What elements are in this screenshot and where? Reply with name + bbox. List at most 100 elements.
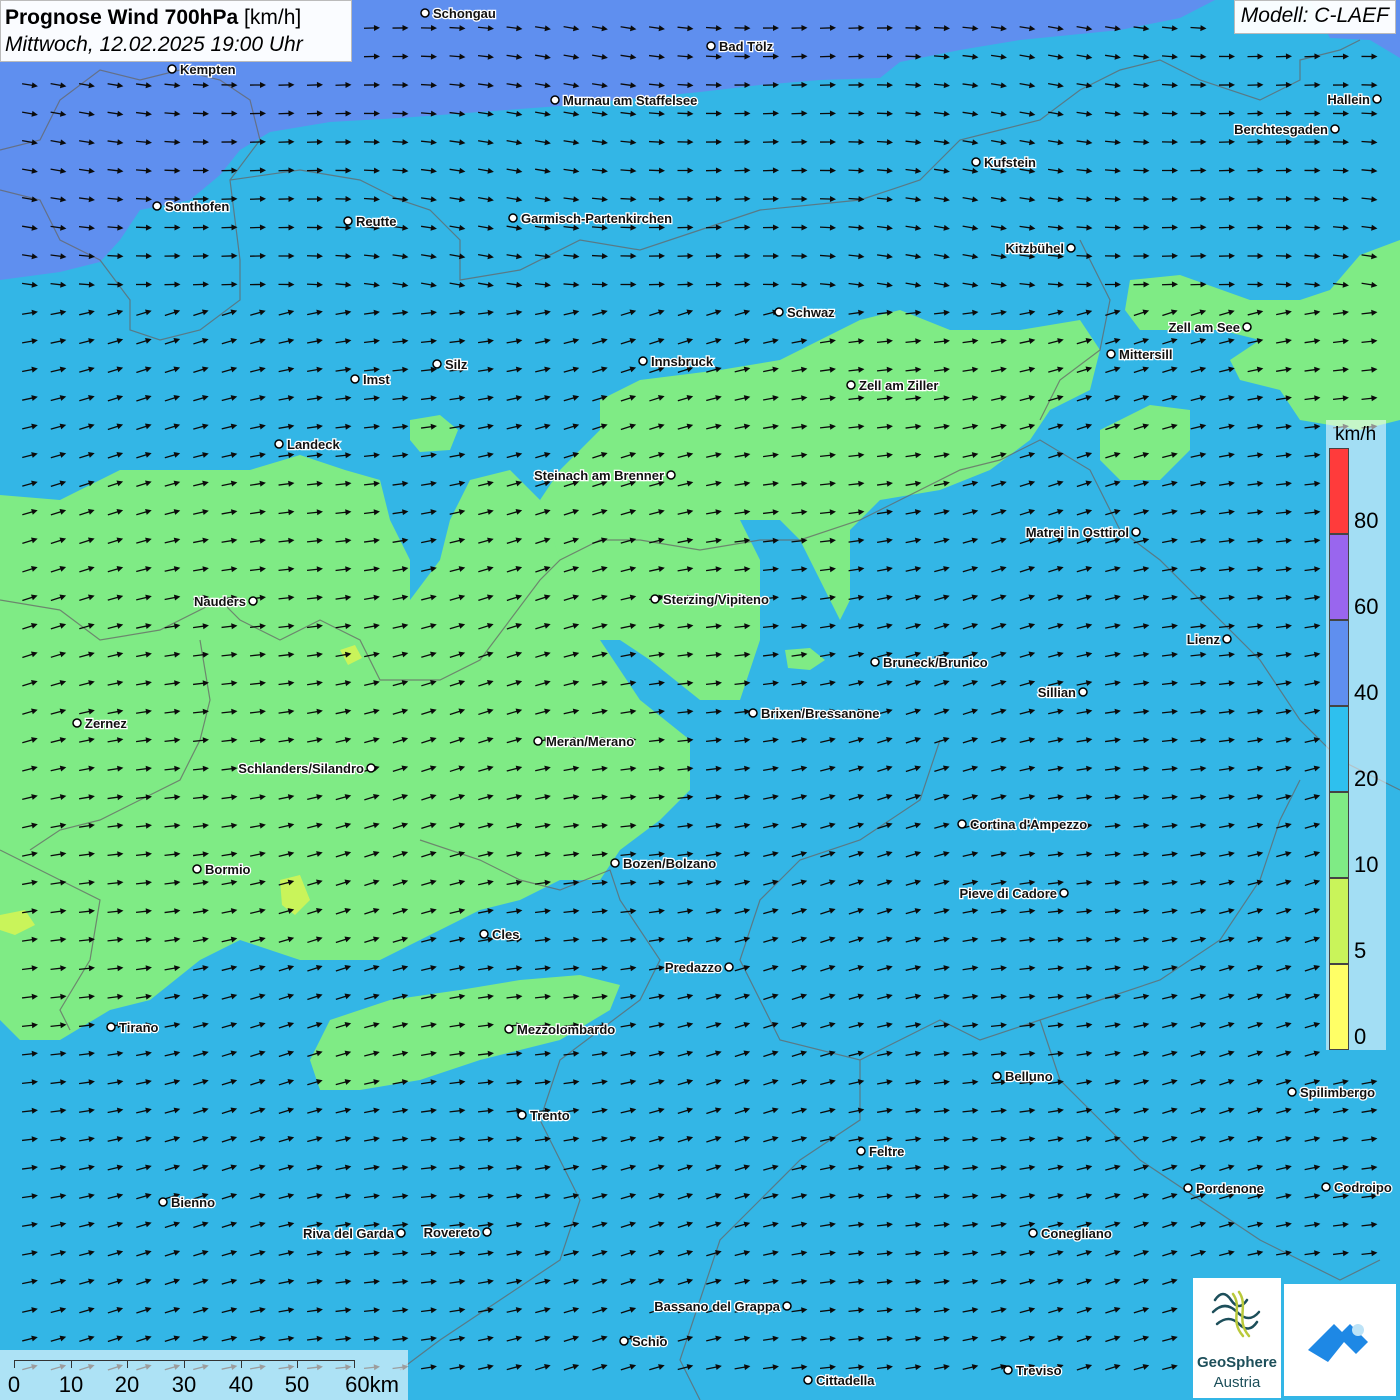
city-dot <box>482 1227 492 1237</box>
city-label: Matrei in Osttirol <box>1026 525 1129 540</box>
city-dot <box>533 736 543 746</box>
scale-tick <box>14 1360 15 1368</box>
city-label: Garmisch-Partenkirchen <box>521 211 672 226</box>
scale-tick <box>184 1360 185 1368</box>
scale-tick <box>241 1360 242 1368</box>
geosphere-logo-icon <box>1211 1290 1261 1338</box>
legend-label-20: 20 <box>1354 766 1379 791</box>
city-marker[interactable]: Garmisch-Partenkirchen <box>508 210 673 227</box>
scale-label: 10 <box>58 1372 84 1397</box>
scale-tick <box>354 1360 355 1368</box>
city-dot <box>508 213 518 223</box>
city-label: Mittersill <box>1119 347 1172 362</box>
weather-app-logo[interactable] <box>1284 1284 1396 1396</box>
wind-forecast-map[interactable]: Schongau Bad Tölz Kempten Murnau am Staffel… <box>0 0 1400 1400</box>
city-label: Nauders <box>194 594 246 609</box>
weather-app-logo-icon <box>1308 1324 1368 1362</box>
legend-swatch-4 <box>1329 706 1349 792</box>
city-dot <box>396 1228 406 1238</box>
city-marker[interactable]: Mezzolombardo <box>504 1021 617 1038</box>
city-label: Mezzolombardo <box>517 1022 615 1037</box>
city-label: Spilimbergo <box>1300 1085 1375 1100</box>
city-dot <box>1330 124 1340 134</box>
legend-label-60: 60 <box>1354 594 1379 619</box>
city-dot <box>72 718 82 728</box>
city-label: Sonthofen <box>165 199 229 214</box>
city-marker[interactable]: Zell am See <box>1167 319 1252 336</box>
city-dot <box>610 858 620 868</box>
legend-swatch-2 <box>1329 534 1349 620</box>
map-canvas[interactable]: Schongau Bad Tölz Kempten Murnau am Staffel… <box>0 0 1400 1400</box>
city-marker[interactable]: Schongau <box>420 5 497 22</box>
legend-label-80: 80 <box>1354 508 1379 533</box>
scale-tick <box>71 1360 72 1368</box>
city-dot <box>1066 243 1076 253</box>
city-dot <box>748 708 758 718</box>
geosphere-country: Austria <box>1213 1374 1261 1391</box>
city-marker[interactable]: Zell am Ziller <box>846 377 940 394</box>
city-dot <box>971 157 981 167</box>
legend-unit: km/h <box>1335 424 1377 445</box>
city-marker[interactable]: Sterzing/Vipiteno <box>650 591 770 608</box>
city-dot <box>432 359 442 369</box>
city-marker[interactable]: Spilimbergo <box>1287 1084 1376 1101</box>
city-label: Bozen/Bolzano <box>623 856 716 871</box>
city-marker[interactable]: Matrei in Osttirol <box>1024 524 1141 541</box>
city-label: Schlanders/Silandro <box>238 761 364 776</box>
city-marker[interactable]: Conegliano <box>1028 1225 1113 1242</box>
city-dot <box>666 470 676 480</box>
city-label: Steinach am Brenner <box>534 468 664 483</box>
city-label: Meran/Merano <box>546 734 634 749</box>
city-dot <box>870 657 880 667</box>
city-dot <box>167 64 177 74</box>
city-label: Zernez <box>85 716 127 731</box>
scale-label: 60km <box>345 1372 399 1397</box>
city-marker[interactable]: Cortina d'Ampezzo <box>957 816 1089 833</box>
city-label: Codroipo <box>1334 1180 1392 1195</box>
city-dot <box>706 41 716 51</box>
city-marker[interactable]: Pordenone <box>1183 1180 1265 1197</box>
city-marker[interactable]: Brixen/Bressanone <box>748 705 881 722</box>
city-label: Bad Tölz <box>719 39 774 54</box>
city-marker[interactable]: Bassano del Grappa <box>653 1298 792 1315</box>
city-label: Feltre <box>869 1144 904 1159</box>
city-marker[interactable]: Innsbruck <box>638 353 715 370</box>
city-dot <box>158 1197 168 1207</box>
city-label: Berchtesgaden <box>1234 122 1328 137</box>
city-marker[interactable]: Steinach am Brenner <box>533 467 676 484</box>
city-label: Rovereto <box>424 1225 480 1240</box>
forecast-date: Mittwoch, 12.02.2025 19:00 Uhr <box>5 33 303 56</box>
city-label: Brixen/Bressanone <box>761 706 880 721</box>
city-marker[interactable]: Murnau am Staffelsee <box>550 92 699 109</box>
city-dot <box>1003 1365 1013 1375</box>
city-label: Zell am Ziller <box>859 378 938 393</box>
city-marker[interactable]: Meran/Merano <box>533 733 635 750</box>
city-dot <box>1028 1228 1038 1238</box>
city-marker[interactable]: Bozen/Bolzano <box>610 855 717 872</box>
city-label: Pordenone <box>1196 1181 1264 1196</box>
city-dot <box>1183 1183 1193 1193</box>
city-dot <box>619 1336 629 1346</box>
city-label: Sillian <box>1038 685 1076 700</box>
legend-color-bar <box>1329 448 1349 1050</box>
city-marker[interactable]: Pieve di Cadore <box>958 885 1069 902</box>
geosphere-logo[interactable]: GeoSphere Austria <box>1193 1278 1281 1398</box>
city-marker[interactable]: Sonthofen <box>152 198 231 215</box>
city-dot <box>1131 527 1141 537</box>
city-marker[interactable]: Berchtesgaden <box>1233 121 1340 138</box>
city-dot <box>1078 687 1088 697</box>
city-label: Imst <box>363 372 390 387</box>
geosphere-name: GeoSphere <box>1196 1354 1278 1371</box>
city-label: Tirano <box>119 1020 159 1035</box>
city-label: Zell am See <box>1168 320 1240 335</box>
city-marker[interactable]: Bruneck/Brunico <box>870 654 989 671</box>
city-label: Bassano del Grappa <box>654 1299 780 1314</box>
city-label: Cittadella <box>816 1373 875 1388</box>
city-dot <box>650 594 660 604</box>
city-dot <box>957 819 967 829</box>
city-marker[interactable]: Riva del Garda <box>302 1225 406 1242</box>
city-label: Belluno <box>1005 1069 1053 1084</box>
scale-tick <box>127 1360 128 1368</box>
scale-tick <box>297 1360 298 1368</box>
city-marker[interactable]: Schlanders/Silandro <box>237 760 376 777</box>
